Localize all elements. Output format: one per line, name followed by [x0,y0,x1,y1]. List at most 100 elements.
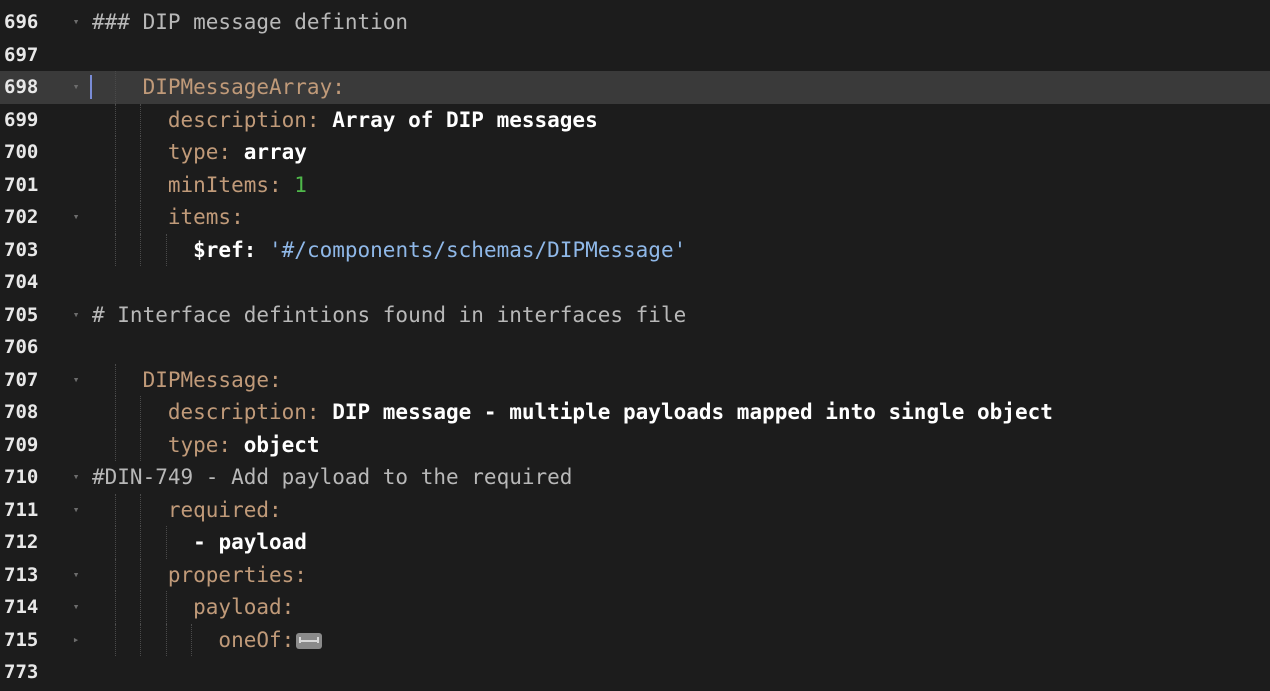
code-line[interactable]: 710 ▾ #DIN-749 - Add payload to the requir… [0,461,1270,494]
line-number: 708 [4,401,39,423]
chevron-down-icon[interactable]: ▾ [69,364,83,397]
line-code: DIPMessage: [92,364,1270,397]
code-token: Array of DIP messages [332,107,598,132]
line-gutter: 710 ▾ [0,461,88,494]
code-token: payload: [92,595,295,619]
ellipsis-fold-icon[interactable] [296,632,323,649]
code-line[interactable]: 697 [0,39,1270,72]
line-gutter: 698 ▾ [0,71,88,104]
code-token: description: [92,107,333,132]
code-line[interactable]: 701 minItems: 1 [0,168,1270,202]
line-code: type: object [92,429,1270,462]
code-line[interactable]: 714 ▾ payload: [0,591,1270,624]
line-number: 773 [4,661,39,683]
code-token: properties: [92,562,307,587]
line-code: # Interface defintions found in interfac… [92,299,1270,332]
line-number: 706 [4,336,39,358]
line-code: DIPMessageArray: [92,71,1270,104]
line-code: items: [92,201,1270,234]
code-line[interactable]: 702 ▾ items: [0,201,1270,234]
line-number: 712 [4,531,39,553]
line-number: 704 [4,271,39,293]
line-number: 700 [4,141,39,163]
code-line[interactable]: 704 [0,266,1270,299]
code-line[interactable]: 698 ▾ DIPMessageArray: [0,71,1270,104]
code-line[interactable]: 713 ▾ properties: [0,558,1270,592]
code-token: items: [92,205,244,229]
chevron-down-icon[interactable]: ▾ [69,201,83,234]
code-line[interactable]: 711 ▾ required: [0,493,1270,527]
line-gutter: 701 [0,169,88,202]
line-gutter: 714 ▾ [0,591,88,624]
code-token: 1 [294,172,307,197]
code-line[interactable]: 703 $ref: '#/components/schemas/DIPMessa… [0,233,1270,267]
line-gutter: 715 ▸ [0,624,88,657]
code-line[interactable]: 715 ▸ oneOf: [0,623,1270,657]
code-token: DIP message - multiple payloads mapped i… [332,400,1053,424]
code-line[interactable]: 699 description: Array of DIP messages [0,103,1270,137]
code-editor[interactable]: 696 ▾ ### DIP message defintion 697 698 ▾ DIP… [0,0,1270,691]
code-line[interactable]: 712 - payload [0,526,1270,559]
line-gutter: 703 [0,234,88,267]
chevron-down-icon[interactable]: ▾ [69,559,83,592]
line-code: type: array [92,136,1270,169]
line-gutter: 705 ▾ [0,299,88,332]
code-token: type: [92,432,244,457]
code-token: required: [92,497,282,522]
code-line[interactable]: 705 ▾ # Interface defintions found in inte… [0,299,1270,332]
line-number: 696 [4,11,39,33]
line-code: description: DIP message - multiple payl… [92,396,1270,429]
chevron-down-icon[interactable]: ▾ [69,299,83,332]
line-code: payload: [92,591,1270,624]
line-number: 703 [4,238,39,261]
line-number: 714 [4,596,39,618]
code-line[interactable]: 700 type: array [0,136,1270,169]
line-gutter: 699 [0,104,88,137]
code-token: array [243,140,307,164]
line-code: $ref: '#/components/schemas/DIPMessage' [92,234,1270,267]
line-number: 697 [4,43,39,66]
line-number: 701 [4,173,39,196]
chevron-down-icon[interactable]: ▾ [69,494,83,527]
line-gutter: 709 [0,429,88,462]
code-token: - [92,530,219,554]
code-token: $ref: [92,237,270,262]
code-token: DIPMessage: [92,367,282,392]
line-gutter: 706 [0,331,88,364]
chevron-down-icon[interactable]: ▾ [69,6,83,39]
code-token: DIPMessageArray: [92,75,345,99]
line-code: properties: [92,559,1270,592]
code-line[interactable]: 706 [0,331,1270,364]
chevron-right-icon[interactable]: ▸ [69,624,83,657]
line-number: 699 [4,108,39,131]
code-line[interactable]: 773 [0,656,1270,689]
line-number: 705 [4,303,39,326]
line-gutter: 696 ▾ [0,6,88,39]
line-code: oneOf: [92,624,1270,657]
code-line[interactable]: 707 ▾ DIPMessage: [0,363,1270,397]
code-token: # Interface defintions found in interfac… [92,302,687,327]
line-gutter: 712 [0,526,88,559]
code-token: payload [218,530,307,554]
line-number: 702 [4,206,39,228]
line-gutter: 704 [0,266,88,299]
text-caret [90,75,92,99]
code-line[interactable]: 709 type: object [0,428,1270,462]
line-code: #DIN-749 - Add payload to the required [92,461,1270,494]
line-gutter: 708 [0,396,88,429]
chevron-down-icon[interactable]: ▾ [69,461,83,494]
line-number: 711 [4,498,39,521]
line-gutter: 702 ▾ [0,201,88,234]
code-token: description: [92,400,333,424]
line-gutter: 713 ▾ [0,559,88,592]
code-token: '#/components/schemas/DIPMessage' [269,237,687,262]
line-code: description: Array of DIP messages [92,104,1270,137]
line-code: minItems: 1 [92,169,1270,202]
code-line[interactable]: 708 description: DIP message - multiple … [0,396,1270,429]
line-number: 710 [4,466,39,488]
chevron-down-icon[interactable]: ▾ [69,591,83,624]
chevron-down-icon[interactable]: ▾ [69,71,83,104]
code-line[interactable]: 696 ▾ ### DIP message defintion [0,6,1270,39]
line-code: ### DIP message defintion [92,6,1270,39]
code-token: ### DIP message defintion [92,10,409,34]
